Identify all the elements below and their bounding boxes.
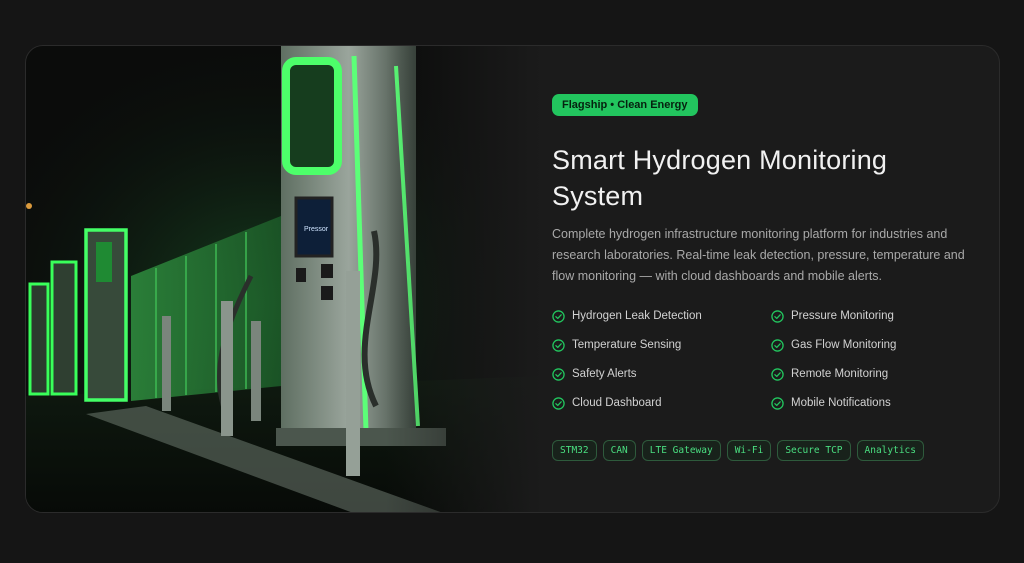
feature-item: Hydrogen Leak Detection	[552, 308, 771, 324]
check-circle-icon	[552, 338, 565, 352]
dispenser-screen-text: Pressor	[304, 226, 329, 233]
check-circle-icon	[552, 396, 565, 410]
feature-label: Hydrogen Leak Detection	[572, 310, 702, 322]
category-badge: Flagship • Clean Energy	[552, 94, 698, 116]
feature-item: Gas Flow Monitoring	[771, 337, 981, 353]
feature-item: Safety Alerts	[552, 366, 771, 382]
feature-label: Mobile Notifications	[791, 397, 891, 409]
project-description: Complete hydrogen infrastructure monitor…	[552, 227, 965, 283]
project-details: Flagship • Clean Energy Smart Hydrogen M…	[552, 46, 982, 512]
check-circle-icon	[771, 338, 784, 352]
check-circle-icon	[771, 309, 784, 323]
feature-label: Pressure Monitoring	[791, 310, 894, 322]
feature-item: Temperature Sensing	[552, 337, 771, 353]
feature-list: Hydrogen Leak Detection Pressure Monitor…	[552, 308, 982, 411]
feature-label: Cloud Dashboard	[572, 397, 662, 409]
check-circle-icon	[771, 367, 784, 381]
tech-tag-list: STM32 CAN LTE Gateway Wi-Fi Secure TCP A…	[552, 440, 924, 461]
feature-item: Remote Monitoring	[771, 366, 981, 382]
feature-item: Mobile Notifications	[771, 395, 981, 411]
tech-tag-can: CAN	[602, 440, 636, 461]
tech-tag-secure-tcp: Secure TCP	[777, 440, 851, 461]
page-title: Smart Hydrogen Monitoring System	[552, 145, 888, 211]
image-fade-overlay	[386, 46, 556, 512]
feature-item: Cloud Dashboard	[552, 395, 771, 411]
feature-label: Safety Alerts	[572, 368, 637, 380]
check-circle-icon	[552, 367, 565, 381]
tech-tag-lte-gateway: LTE Gateway	[641, 440, 721, 461]
tech-tag-wifi: Wi-Fi	[726, 440, 772, 461]
feature-item: Pressure Monitoring	[771, 308, 981, 324]
tech-tag-stm32: STM32	[552, 440, 597, 461]
project-card: Pressor Flagship • Clean Energy Smart Hy…	[25, 45, 1000, 513]
tech-tag-analytics: Analytics	[856, 440, 924, 461]
check-circle-icon	[771, 396, 784, 410]
feature-label: Temperature Sensing	[572, 339, 682, 351]
feature-label: Gas Flow Monitoring	[791, 339, 897, 351]
feature-label: Remote Monitoring	[791, 368, 889, 380]
check-circle-icon	[552, 309, 565, 323]
